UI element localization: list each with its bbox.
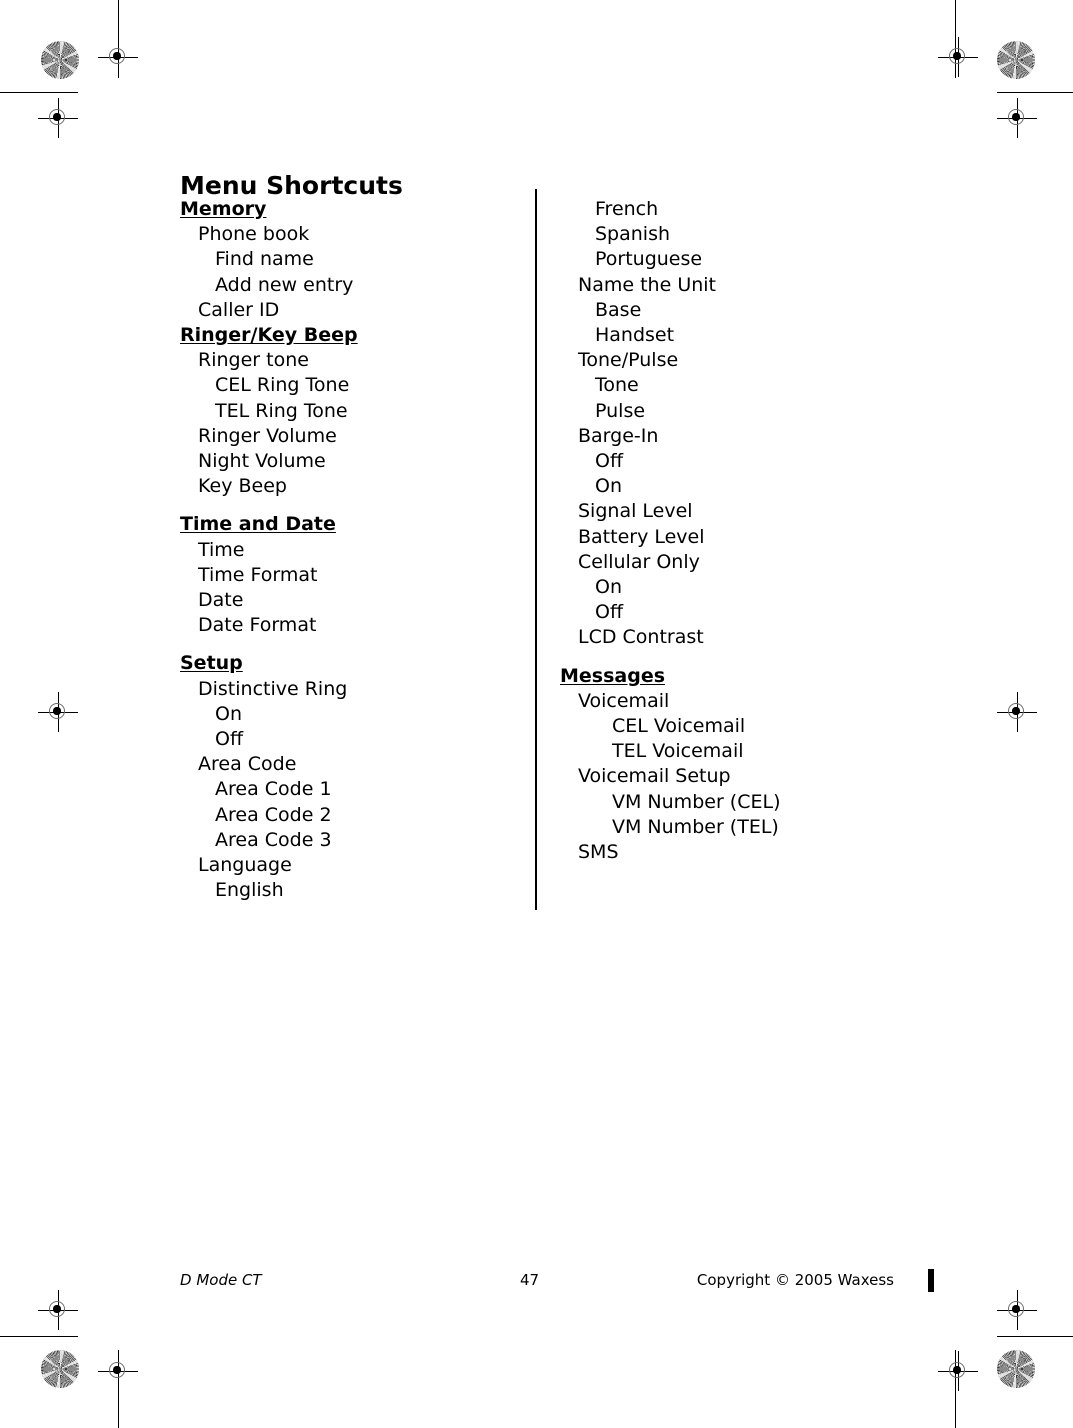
menu-item: Off [595,601,624,624]
menu-item: Off [215,728,244,751]
menu-item: Area Code 3 [215,828,332,851]
registration-target-icon-bottom-right-outer [938,1351,978,1391]
trim-line-top-left-horizontal [0,92,78,93]
registration-target-icon-bottom-right-inner [997,1290,1037,1330]
menu-item: French [595,198,659,220]
menu-item: Add new entry [215,273,354,296]
menu-item: Tone/Pulse [578,349,679,372]
menu-item: Signal Level [578,500,693,523]
footer-copyright: Copyright © 2005 Waxess [696,1271,894,1289]
trim-line-bottom-right-vertical [955,1350,956,1428]
menu-item: Time [198,538,245,561]
star-burst-target-icon-top-left [41,41,79,79]
registration-target-icon-top-left-inner [38,98,78,138]
menu-item: Distinctive Ring [198,677,348,700]
menu-item: Tone [595,374,639,397]
menu-item: Ringer tone [198,349,309,372]
menu-item: Key Beep [198,475,287,498]
document-page: Menu Shortcuts Memory Phone book Find name… [0,0,1073,1428]
footer-product-name: D Mode CT [180,1271,262,1289]
trim-line-bottom-left-horizontal [0,1336,78,1337]
menu-item: Phone book [198,223,310,246]
registration-target-icon-mid-left [38,692,78,732]
trim-line-bottom-left-vertical [118,1350,119,1428]
footer-page-number: 47 [520,1271,540,1289]
menu-item: Language [198,854,292,877]
menu-item: Off [595,450,624,473]
menu-item: Time Format [198,563,318,586]
trim-line-top-right-horizontal [997,92,1073,93]
menu-item: CEL Ring Tone [215,374,350,397]
trim-line-top-left-vertical [118,0,119,78]
menu-item: Night Volume [198,450,326,473]
menu-item: Handset [595,324,675,347]
registration-target-icon-mid-right [997,692,1037,732]
star-burst-target-icon-bottom-left [41,1350,79,1388]
menu-item: Area Code 2 [215,803,332,826]
star-burst-target-icon-bottom-right [997,1350,1035,1388]
menu-section-heading: Setup [180,652,243,675]
registration-target-icon-bottom-left-inner [38,1290,78,1330]
menu-item: Pulse [595,399,646,422]
menu-item: Area Code [198,753,297,776]
menu-section-heading: Messages [560,664,666,687]
menu-item: English [215,879,284,902]
menu-item: TEL Ring Tone [215,399,348,422]
menu-shortcuts-column-right: French Spanish Portuguese Name the Unit Base… [560,197,960,865]
menu-item: Ringer Volume [198,424,337,447]
menu-item: Voicemail Setup [578,765,731,788]
star-burst-target-icon-top-right [997,41,1035,79]
menu-item: Spanish [595,223,671,246]
menu-item: On [595,576,622,599]
menu-item: LCD Contrast [578,626,704,649]
menu-item: Cellular Only [578,550,700,573]
menu-item: SMS [578,841,619,864]
menu-item: Date [198,589,244,612]
menu-item: Voicemail [578,689,670,712]
menu-item: VM Number (TEL) [612,815,779,838]
menu-item: Caller ID [198,298,280,321]
menu-item: Base [595,298,642,321]
menu-shortcuts-column-left: Memory Phone book Find name Add new entry Ca… [180,197,510,903]
menu-item: Date Format [198,614,317,637]
menu-section-heading: Ringer/Key Beep [180,324,358,347]
menu-section-heading: Memory [180,198,267,220]
column-divider-rule [535,189,537,910]
menu-item: Barge-In [578,424,659,447]
menu-item: CEL Voicemail [612,715,746,738]
registration-target-icon-top-right-inner [997,98,1037,138]
trim-line-bottom-right-horizontal [997,1336,1073,1337]
menu-item: On [215,702,242,725]
menu-item: TEL Voicemail [612,740,744,763]
menu-item: Portuguese [595,248,703,271]
menu-item: VM Number (CEL) [612,790,781,813]
menu-item: On [595,475,622,498]
registration-target-icon-bottom-left-outer [98,1351,138,1391]
menu-item: Find name [215,248,314,271]
registration-target-icon-top-left-outer [98,37,138,77]
page-title: Menu Shortcuts [180,170,403,200]
registration-target-icon-top-right-outer [938,37,978,77]
page-edge-marker [928,1269,934,1292]
page-footer: D Mode CT 47 Copyright © 2005 Waxess [180,1271,894,1293]
menu-item: Battery Level [578,525,705,548]
menu-item: Area Code 1 [215,778,332,801]
trim-line-top-right-vertical [955,0,956,78]
menu-section-heading: Time and Date [180,513,336,536]
menu-item: Name the Unit [578,273,716,296]
